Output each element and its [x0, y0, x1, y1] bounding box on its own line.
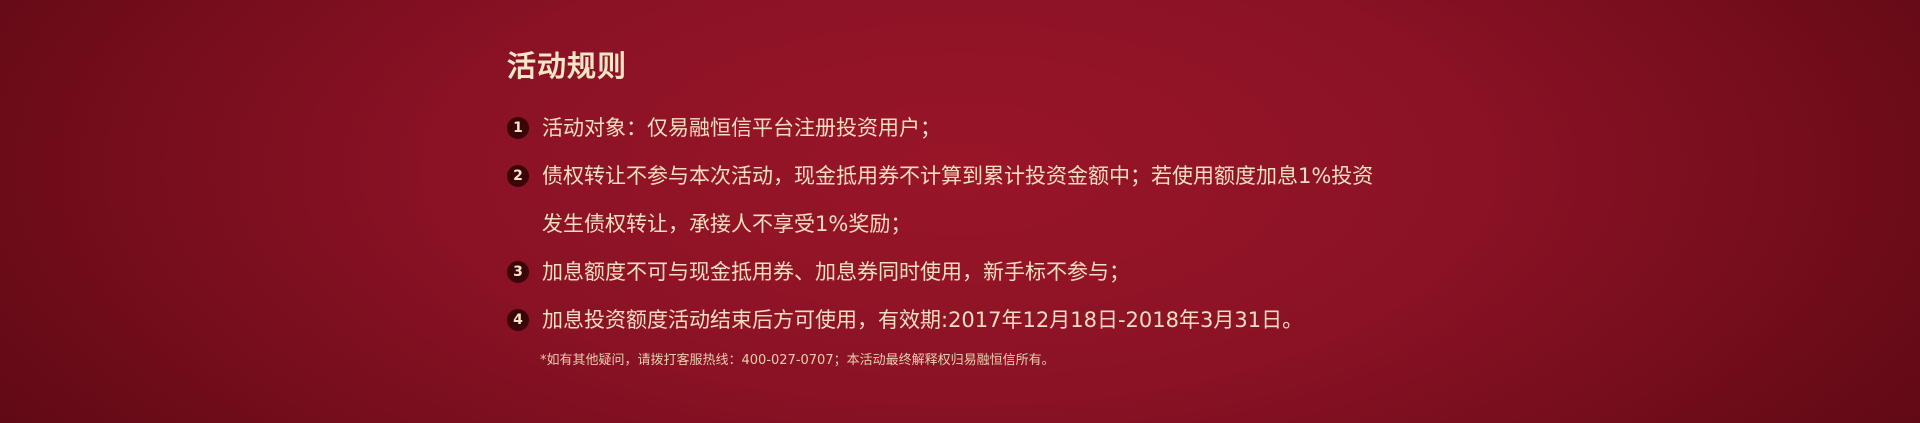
rule-item-4: 4 加息投资额度活动结束后方可使用，有效期:2017年12月18日-2018年3…	[507, 296, 1507, 344]
rule-text: 加息投资额度活动结束后方可使用，有效期:2017年12月18日-2018年3月3…	[542, 308, 1304, 332]
rule-number-badge: 1	[507, 117, 529, 139]
activity-rules-section: 活动规则 1 活动对象：仅易融恒信平台注册投资用户； 2 债权转让不参与本次活动…	[507, 46, 1507, 344]
footnote: *如有其他疑问，请拨打客服热线：400-027-0707；本活动最终解释权归易融…	[540, 353, 1055, 368]
rule-item-3: 3 加息额度不可与现金抵用券、加息券同时使用，新手标不参与；	[507, 248, 1507, 296]
section-title: 活动规则	[507, 49, 628, 83]
rule-item-1: 1 活动对象：仅易融恒信平台注册投资用户；	[507, 104, 1507, 152]
rule-item-2: 2 债权转让不参与本次活动，现金抵用券不计算到累计投资金额中；若使用额度加息1%…	[507, 152, 1507, 200]
rule-number-badge: 3	[507, 261, 529, 283]
rule-item-2-continuation: 发生债权转让，承接人不享受1%奖励；	[507, 200, 1507, 248]
rule-text: 债权转让不参与本次活动，现金抵用券不计算到累计投资金额中；若使用额度加息1%投资	[542, 164, 1374, 188]
rule-text: 加息额度不可与现金抵用券、加息券同时使用，新手标不参与；	[542, 260, 1130, 284]
rule-text: 活动对象：仅易融恒信平台注册投资用户；	[542, 116, 941, 140]
rule-number-badge: 2	[507, 165, 529, 187]
rule-text-continuation: 发生债权转让，承接人不享受1%奖励；	[542, 212, 912, 236]
rule-number-badge: 4	[507, 309, 529, 331]
